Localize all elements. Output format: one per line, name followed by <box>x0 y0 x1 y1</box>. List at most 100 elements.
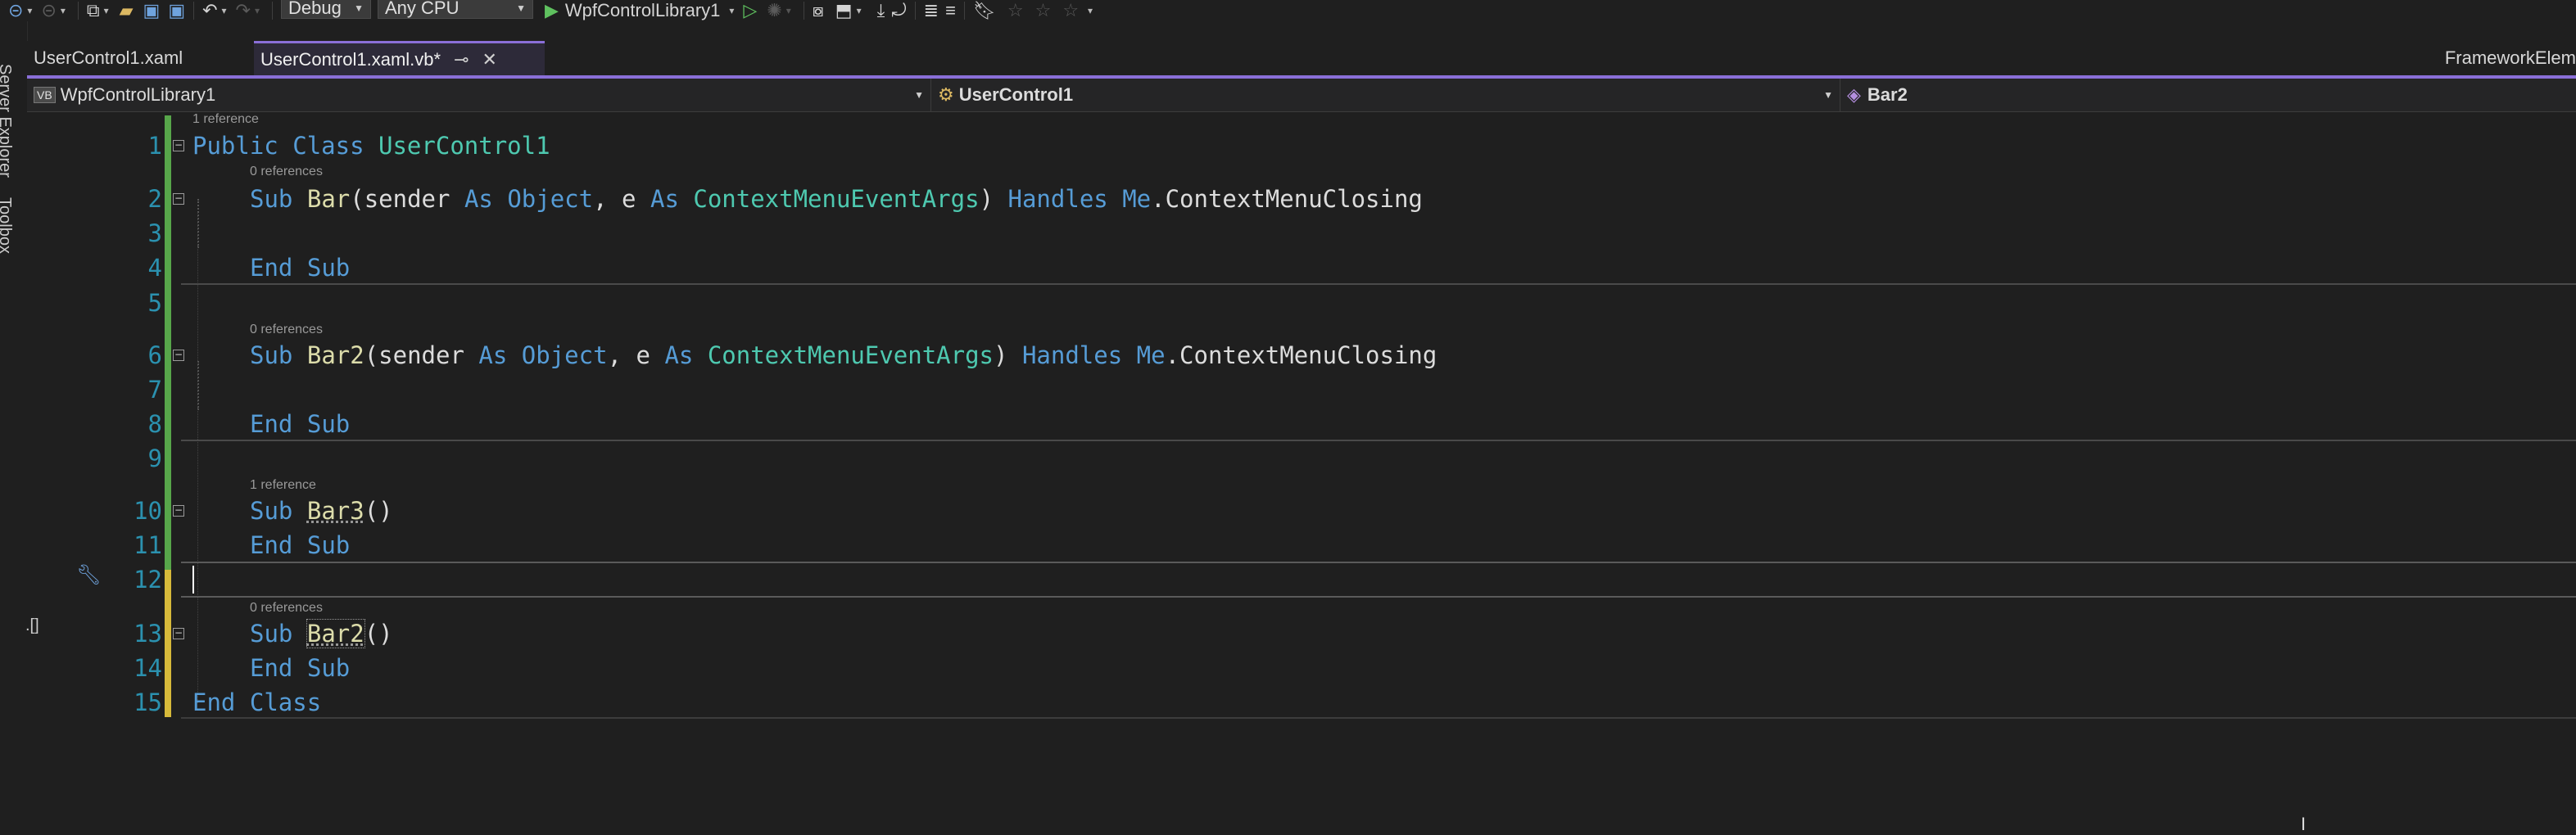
code-text: Sub Bar2(sender As Object, e As ContextM… <box>250 338 1437 372</box>
codelens-references[interactable]: 0 references <box>250 165 323 179</box>
type-name: Object <box>521 341 608 369</box>
keyword: As <box>650 185 679 213</box>
comment-lines-icon[interactable]: ≣ <box>924 0 939 21</box>
hot-reload-icon[interactable]: ✺ <box>767 0 781 21</box>
punctuation: , <box>607 341 622 369</box>
start-debugging-button[interactable]: WpfControlLibrary1 <box>565 0 721 21</box>
tab-usercontrol1-xaml[interactable]: UserControl1.xaml <box>27 41 254 75</box>
codelens-references[interactable]: 1 reference <box>250 478 316 493</box>
undo-icon[interactable]: ↶ <box>202 0 217 21</box>
keyword: End <box>250 654 293 682</box>
start-debugging-icon[interactable]: ▶ <box>545 0 559 21</box>
tab-usercontrol1-xaml-vb[interactable]: UserControl1.xaml.vb* ⊸ ✕ <box>254 41 545 75</box>
keyword: Sub <box>306 254 351 282</box>
member-dropdown[interactable]: ◈ Bar2 <box>1840 79 2576 111</box>
next-bookmark-icon[interactable]: ☆ <box>1035 0 1052 21</box>
code-line-1: 1 Public Class UserControl1 <box>27 129 2576 163</box>
code-line-2: 2 Sub Bar(sender As Object, e As Context… <box>27 182 2576 216</box>
toolbar-separator <box>193 2 195 20</box>
keyword: Class <box>292 132 364 160</box>
start-without-debugging-icon[interactable]: ▷ <box>743 0 757 21</box>
uncomment-lines-icon[interactable]: ≡ <box>945 0 956 21</box>
navigate-forward-icon[interactable]: ⊝ <box>41 0 56 21</box>
navigate-back-dropdown-icon[interactable]: ▾ <box>23 0 36 21</box>
punctuation: . <box>1151 185 1166 213</box>
line-number: 8 <box>147 410 162 438</box>
tab-label: UserControl1.xaml.vb* <box>260 48 441 70</box>
pin-icon[interactable]: ⊸ <box>454 49 469 70</box>
text-caret <box>192 566 194 594</box>
clear-bookmarks-icon[interactable]: ☆ <box>1062 0 1079 21</box>
code-line-6: 6 Sub Bar2(sender As Object, e As Contex… <box>27 338 2576 372</box>
method-name: Bar3 <box>306 497 364 525</box>
new-project-dropdown-icon[interactable]: ▾ <box>100 0 113 21</box>
line-number: 14 <box>134 654 162 682</box>
punctuation: . <box>1165 341 1180 369</box>
hot-reload-dropdown-icon[interactable]: ▾ <box>782 0 795 21</box>
line-number: 6 <box>147 341 162 369</box>
save-icon[interactable]: ▣ <box>143 0 161 21</box>
project-dropdown[interactable]: VB WpfControlLibrary1 ▼ <box>27 79 931 111</box>
toolbar-overflow-icon[interactable]: ▾ <box>1084 0 1097 21</box>
vb-project-icon: VB <box>34 87 56 103</box>
redo-dropdown-icon[interactable]: ▾ <box>251 0 264 21</box>
redo-icon[interactable]: ↷ <box>236 0 251 21</box>
code-line-10: 10 Sub Bar3() <box>27 494 2576 528</box>
document-tab-strip: UserControl1.xaml UserControl1.xaml.vb* … <box>27 41 2576 79</box>
toolbar-separator <box>914 2 916 20</box>
codelens-references[interactable]: 1 reference <box>192 112 259 127</box>
server-explorer-tab[interactable]: Server Explorer <box>0 64 14 178</box>
keyword: End <box>250 531 293 559</box>
keyword: Sub <box>250 185 293 213</box>
new-project-icon[interactable]: ⧉ <box>87 0 100 21</box>
keyword: Me <box>1136 341 1166 369</box>
browser-link-icon[interactable]: ⧇ <box>813 0 824 21</box>
solution-configuration-value: Debug <box>287 0 342 18</box>
line-number: 7 <box>147 376 162 404</box>
keyword: As <box>464 185 493 213</box>
keyword: Class <box>249 688 322 716</box>
punctuation: ( <box>364 341 379 369</box>
undo-dropdown-icon[interactable]: ▾ <box>218 0 231 21</box>
code-text: Sub Bar2() <box>250 616 393 651</box>
codelens-references[interactable]: 0 references <box>250 323 323 337</box>
rail-labels: Server Explorer Toolbox <box>0 64 14 268</box>
chevron-down-icon: ▼ <box>914 89 924 101</box>
code-line-8: 8 End Sub <box>27 407 2576 441</box>
type-name: ContextMenuEventArgs <box>693 185 980 213</box>
start-project-dropdown-icon[interactable]: ▾ <box>725 0 738 21</box>
bookmark-icon[interactable]: 🔖︎ <box>973 0 996 21</box>
xaml-designer-dropdown-icon[interactable]: ▾ <box>853 0 866 21</box>
tab-overflow-label[interactable]: FrameworkElem <box>2445 41 2576 75</box>
code-editor[interactable]: 1 reference 0 references 0 references 1 … <box>25 112 2576 835</box>
xaml-designer-icon[interactable]: ⬒ <box>835 0 853 21</box>
codelens-references[interactable]: 0 references <box>250 601 323 616</box>
solution-platform-select[interactable]: Any CPU ▼ <box>377 0 533 19</box>
step-over-icon[interactable]: ⤾ <box>891 0 906 21</box>
save-all-icon[interactable]: ▣ <box>168 0 185 21</box>
method-name: Bar <box>306 185 351 213</box>
navigate-forward-dropdown-icon[interactable]: ▾ <box>57 0 70 21</box>
line-number: 12 <box>134 566 162 594</box>
code-line-5: 5 <box>27 286 2576 320</box>
code-line-7: 7 <box>27 372 2576 407</box>
code-line-15: 15 End Class <box>27 685 2576 720</box>
close-icon[interactable]: ✕ <box>482 49 497 70</box>
method-name: Bar2 <box>306 341 364 369</box>
line-number: 1 <box>147 132 162 160</box>
previous-bookmark-icon[interactable]: ☆ <box>1007 0 1024 21</box>
code-line-11: 11 End Sub <box>27 528 2576 562</box>
identifier: ContextMenuClosing <box>1165 185 1423 213</box>
punctuation: , <box>593 185 608 213</box>
navigate-back-icon[interactable]: ⊝ <box>8 0 23 21</box>
step-into-icon[interactable]: ⤓ <box>877 0 885 21</box>
code-line-9: 9 <box>27 441 2576 476</box>
type-dropdown[interactable]: ⚙ UserControl1 ▼ <box>931 79 1840 111</box>
keyword: Sub <box>250 341 293 369</box>
toolbox-tab[interactable]: Toolbox <box>0 197 14 254</box>
keyword: Public <box>192 132 278 160</box>
keyword: As <box>664 341 694 369</box>
solution-platform-value: Any CPU <box>384 0 460 18</box>
solution-configuration-select[interactable]: Debug ▼ <box>280 0 371 19</box>
open-file-icon[interactable]: ▰ <box>120 0 134 21</box>
